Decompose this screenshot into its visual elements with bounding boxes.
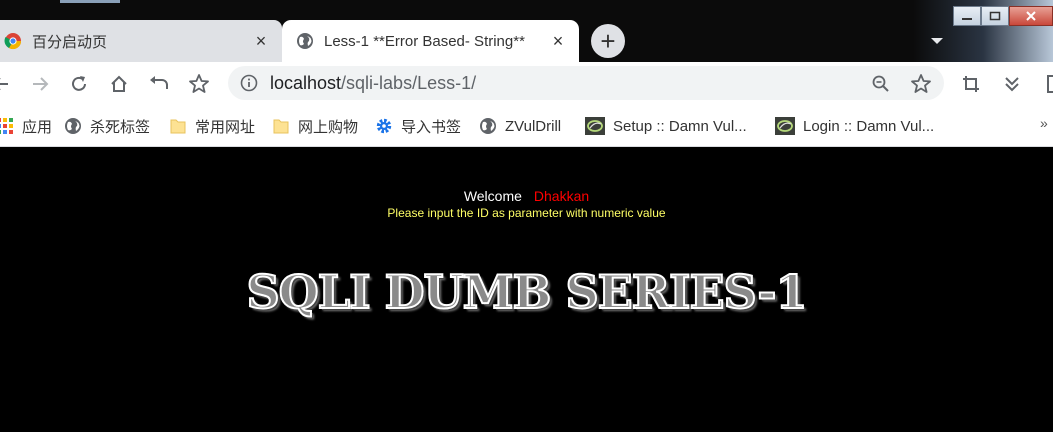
site-info-icon[interactable]: [240, 74, 258, 92]
home-icon: [111, 75, 127, 92]
maximize-icon: [989, 11, 1001, 21]
bookmark-zvuldrill[interactable]: ZVulDrill: [479, 115, 561, 137]
home-button[interactable]: [106, 71, 132, 97]
series-banner: SQLI DUMB SERIES-1: [245, 264, 808, 320]
undo-icon: [150, 76, 168, 89]
page-content: Welcome Dhakkan Please input the ID as pa…: [0, 147, 1053, 432]
bookmark-label: 网上购物: [298, 118, 359, 136]
star-icon: [189, 74, 209, 93]
globe-icon: [480, 118, 496, 134]
globe-icon: [297, 33, 313, 49]
close-window-button[interactable]: [1009, 6, 1053, 26]
screenshot-button[interactable]: [958, 71, 984, 97]
bookmark-kill-tabs[interactable]: 杀死标签: [64, 115, 150, 137]
chrome-icon: [4, 33, 22, 50]
bookmark-label: 应用: [22, 118, 53, 136]
extension-button[interactable]: [1038, 71, 1053, 97]
reload-icon: [72, 76, 86, 91]
folder-icon: [170, 119, 186, 134]
zoom-button[interactable]: [868, 71, 894, 97]
input-hint: Please input the ID as parameter with nu…: [387, 206, 666, 220]
star-icon: [911, 74, 931, 93]
minimize-button[interactable]: [953, 6, 981, 26]
globe-icon: [65, 118, 81, 134]
bookmark-folder-shopping[interactable]: 网上购物: [272, 115, 358, 137]
tab-title: 百分启动页: [32, 33, 108, 51]
tab-close-button[interactable]: ×: [547, 30, 569, 52]
bookmark-label: Setup :: Damn Vul...: [613, 117, 747, 135]
bookmarks-overflow-button[interactable]: »: [1040, 115, 1048, 131]
url-host: localhost: [270, 72, 342, 93]
bookmarks-bar: 应用 杀死标签 常用网址 网上购物 导入书签 ZVulDrill Setup :…: [0, 105, 1053, 147]
bookmark-label: ZVulDrill: [505, 117, 562, 135]
tab-less-1[interactable]: Less-1 **Error Based- String** ×: [282, 20, 579, 62]
url-text[interactable]: localhost/sqli-labs/Less-1/: [270, 73, 476, 94]
gear-icon: [376, 118, 392, 134]
close-icon: [1026, 11, 1036, 21]
bookmark-star-button[interactable]: [186, 71, 212, 97]
welcome-line: Welcome Dhakkan: [0, 188, 1053, 204]
bookmark-label: 常用网址: [195, 118, 256, 136]
bookmark-label: 杀死标签: [90, 118, 151, 136]
zoom-out-icon: [872, 75, 889, 92]
tab-start-page[interactable]: 百分启动页 ×: [0, 20, 282, 62]
bookmark-label: 导入书签: [401, 118, 462, 136]
back-button[interactable]: [0, 71, 14, 97]
browser-toolbar: localhost/sqli-labs/Less-1/: [0, 62, 1053, 105]
address-bar[interactable]: localhost/sqli-labs/Less-1/: [228, 66, 944, 100]
tab-search-icon[interactable]: [928, 34, 946, 48]
folder-icon: [273, 119, 289, 134]
chevrons-down-icon: [1005, 77, 1019, 92]
bookmark-apps[interactable]: 应用: [0, 115, 52, 137]
bookmark-label: Login :: Damn Vul...: [803, 117, 935, 135]
forward-button[interactable]: [27, 71, 53, 97]
window-controls: [953, 6, 1053, 28]
window-edge: [60, 0, 120, 3]
dvwa-icon: [585, 117, 605, 135]
bookmark-page-button[interactable]: [908, 71, 934, 97]
minimize-icon: [962, 18, 972, 20]
crop-icon: [963, 76, 979, 92]
bookmark-dvwa-setup[interactable]: Setup :: Damn Vul...: [585, 115, 747, 137]
welcome-label: Welcome: [463, 188, 522, 204]
welcome-name: Dhakkan: [533, 188, 590, 204]
downloads-button[interactable]: [999, 71, 1025, 97]
tab-close-button[interactable]: ×: [250, 30, 272, 52]
back-arrow-icon: [0, 78, 8, 90]
bookmark-import[interactable]: 导入书签: [375, 115, 461, 137]
tab-strip: 百分启动页 × Less-1 **Error Based- String** ×…: [0, 0, 1053, 62]
url-path: /sqli-labs/Less-1/: [341, 72, 477, 93]
tab-title: Less-1 **Error Based- String**: [324, 32, 525, 50]
dvwa-icon: [775, 117, 795, 135]
bookmark-folder-common[interactable]: 常用网址: [169, 115, 255, 137]
reload-button[interactable]: [66, 71, 92, 97]
new-tab-button[interactable]: +: [591, 24, 625, 58]
apps-grid-icon: [0, 118, 13, 134]
forward-arrow-icon: [33, 77, 49, 91]
maximize-button[interactable]: [981, 6, 1009, 26]
bookmark-dvwa-login[interactable]: Login :: Damn Vul...: [775, 115, 934, 137]
undo-button[interactable]: [146, 71, 172, 97]
extension-icon: [1047, 75, 1053, 93]
